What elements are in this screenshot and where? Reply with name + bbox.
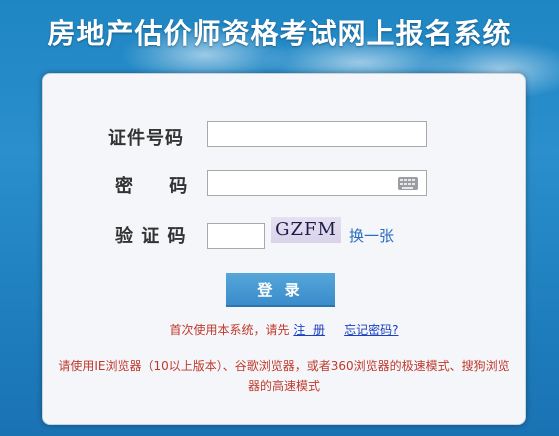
refresh-captcha-link[interactable]: 换一张: [349, 225, 394, 246]
first-visit-hint: 首次使用本系统，请先 注 册 忘记密码?: [43, 321, 525, 338]
id-number-input[interactable]: [207, 121, 427, 147]
captcha-label: 验 证 码: [115, 226, 187, 247]
captcha-image[interactable]: GZFM: [271, 217, 341, 243]
login-button[interactable]: 登 录: [226, 273, 335, 307]
browser-hint: 请使用IE浏览器（10以上版本）、谷歌浏览器，或者360浏览器的极速模式、搜狗浏…: [58, 359, 510, 393]
first-visit-text: 首次使用本系统，请先: [169, 323, 290, 337]
keyboard-icon[interactable]: [398, 177, 418, 190]
password-label: 密 码: [115, 176, 192, 197]
login-panel: 证件号码 密 码 验 证 码 GZFM 换一张 登 录 首次使用本系统，请先 注…: [42, 73, 526, 425]
captcha-input[interactable]: [207, 223, 265, 249]
page-title: 房地产估价师资格考试网上报名系统: [47, 17, 512, 50]
forgot-password-link[interactable]: 忘记密码?: [344, 323, 398, 337]
id-number-label: 证件号码: [108, 128, 184, 149]
password-input[interactable]: [207, 170, 427, 196]
register-link[interactable]: 注 册: [293, 323, 325, 337]
